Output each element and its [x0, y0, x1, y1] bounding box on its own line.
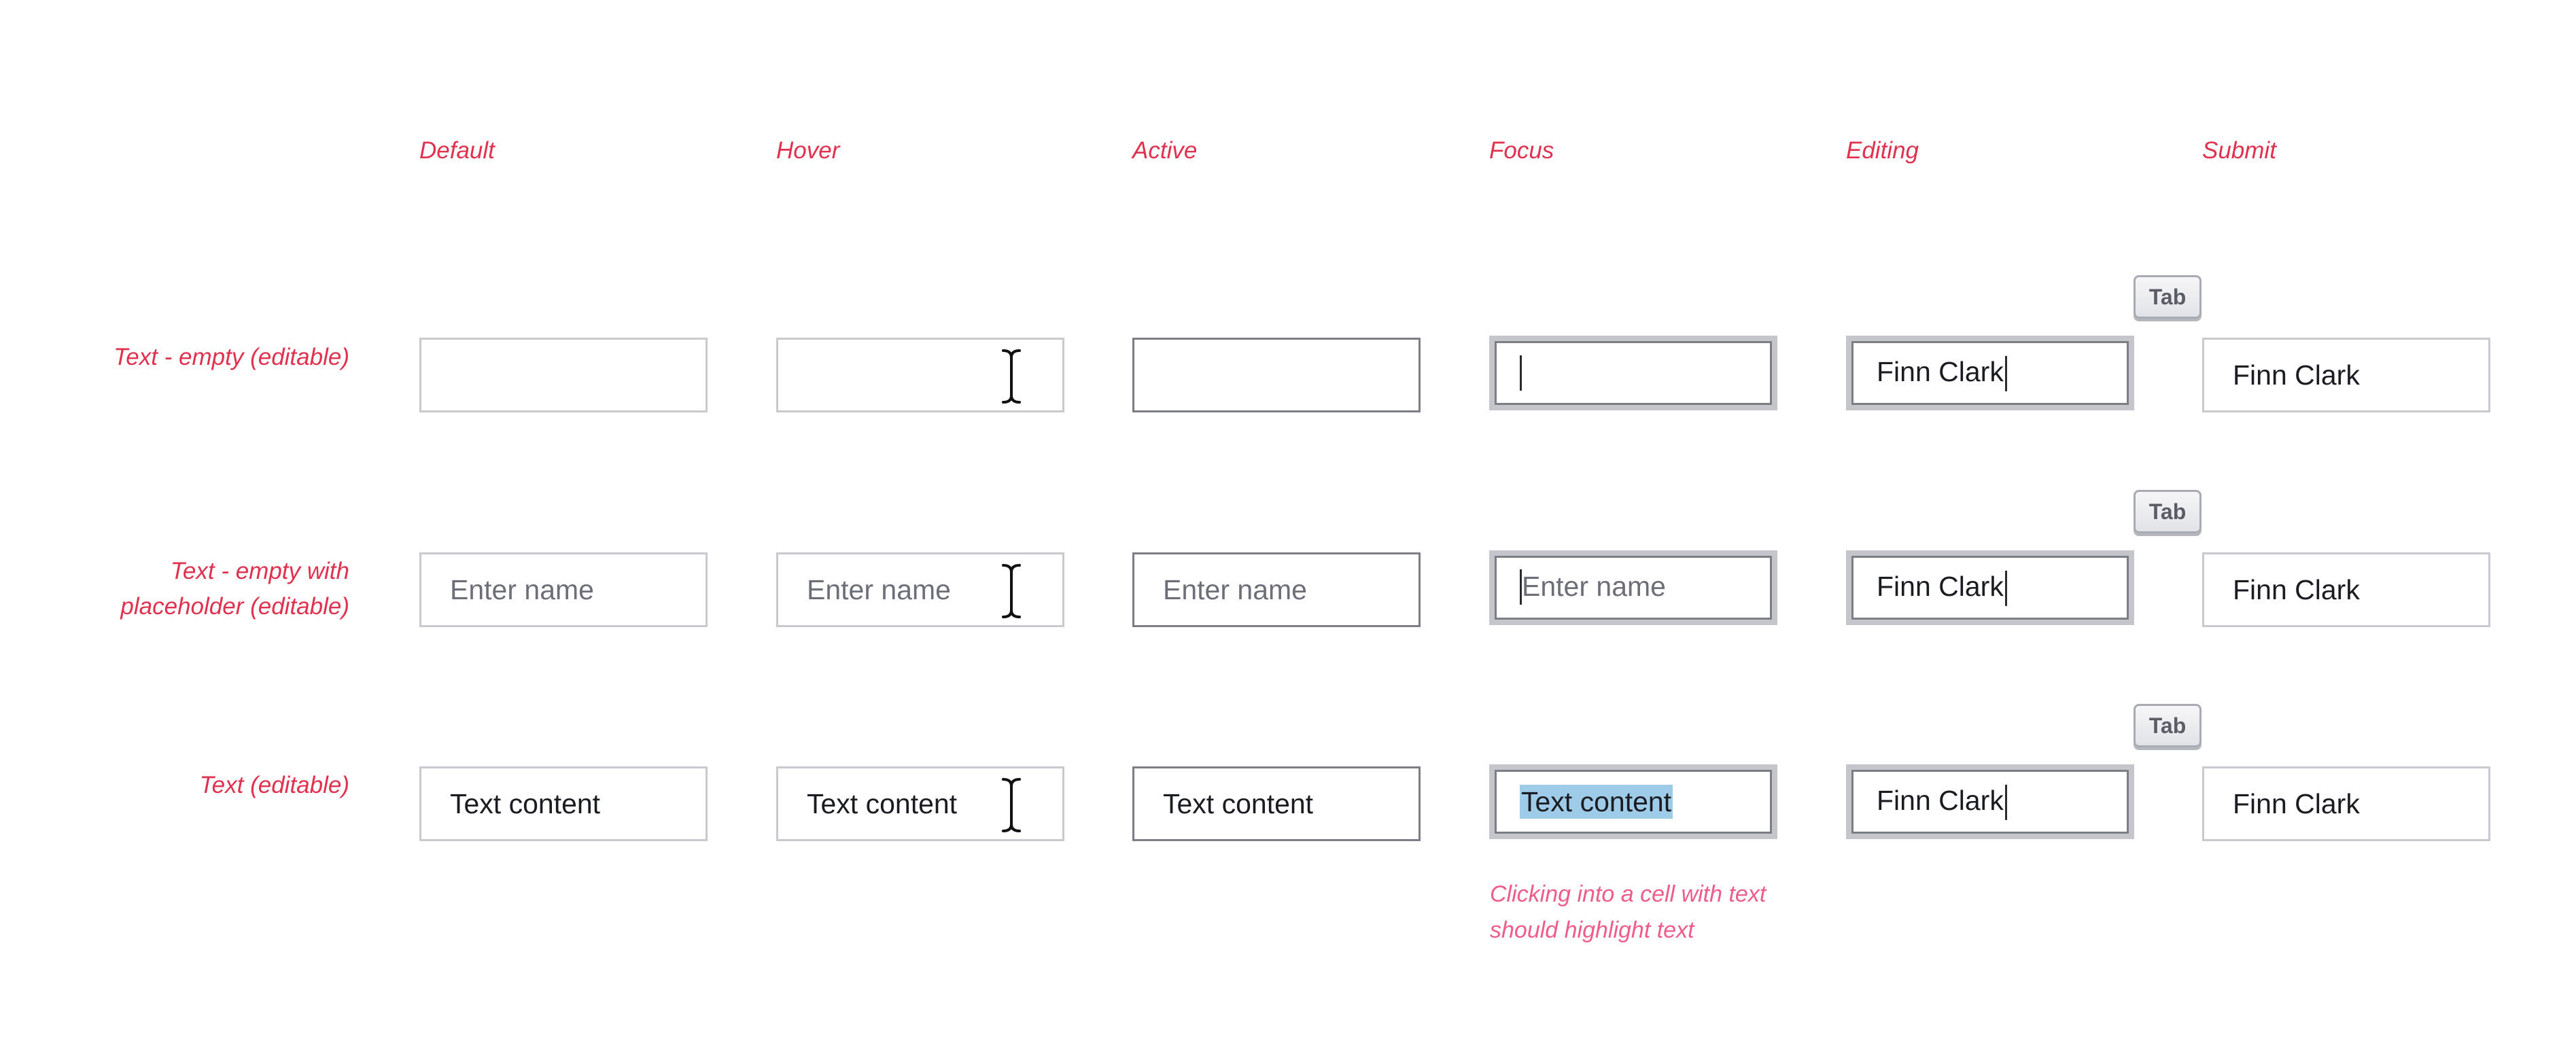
- input-value: Finn Clark: [2233, 359, 2360, 391]
- text-input-submit[interactable]: Finn Clark: [2202, 552, 2490, 627]
- row-label-placeholder-line1: Text - empty with: [170, 558, 349, 584]
- input-value: Text content: [450, 788, 601, 819]
- text-input-default[interactable]: Text content: [419, 766, 708, 841]
- text-input-submit[interactable]: Finn Clark: [2202, 338, 2490, 412]
- text-caret: [2004, 571, 2007, 607]
- text-caret: [2004, 785, 2007, 821]
- text-caret: [1520, 355, 1522, 391]
- selected-text-highlight: Text content: [1520, 785, 1673, 819]
- tab-key-hint: Tab: [2134, 490, 2201, 533]
- input-placeholder: Enter name: [1520, 569, 1666, 606]
- row-label-placeholder-line2: placeholder (editable): [120, 593, 349, 620]
- column-header-submit: Submit: [2202, 137, 2276, 164]
- annotation-note-line2: should highlight text: [1490, 917, 1694, 943]
- input-placeholder: Enter name: [1163, 574, 1307, 605]
- input-value: Text content: [1163, 788, 1314, 819]
- input-value: Finn Clark: [1877, 355, 2007, 392]
- input-value: Finn Clark: [2233, 574, 2360, 605]
- row-label-text: Text (editable): [199, 772, 350, 798]
- text-input-submit[interactable]: Finn Clark: [2202, 766, 2490, 841]
- text-input-default[interactable]: [419, 338, 708, 412]
- text-caret: [2004, 356, 2007, 392]
- input-value: Finn Clark: [2233, 788, 2360, 819]
- input-placeholder: Enter name: [450, 574, 594, 605]
- text-input-active[interactable]: [1132, 338, 1421, 412]
- column-header-hover: Hover: [776, 137, 840, 164]
- column-header-editing: Editing: [1846, 137, 1919, 164]
- text-input-editing[interactable]: Finn Clark: [1846, 336, 2134, 410]
- text-input-default[interactable]: Enter name: [419, 552, 708, 627]
- annotation-note-line1: Clicking into a cell with text: [1490, 881, 1766, 907]
- tab-key-hint: Tab: [2134, 704, 2201, 747]
- input-value: Text content: [807, 788, 958, 819]
- text-input-active[interactable]: Text content: [1132, 766, 1421, 841]
- ibeam-cursor-icon: [1000, 563, 1023, 620]
- text-input-hover[interactable]: [776, 338, 1064, 412]
- text-input-hover[interactable]: Enter name: [776, 552, 1064, 627]
- column-header-active: Active: [1132, 137, 1198, 164]
- text-input-hover[interactable]: Text content: [776, 766, 1064, 841]
- row-label-empty: Text - empty (editable): [114, 344, 349, 370]
- text-input-editing[interactable]: Finn Clark: [1846, 550, 2134, 625]
- text-caret: [1520, 569, 1522, 605]
- column-header-focus: Focus: [1489, 137, 1554, 164]
- annotation-note: Clicking into a cell with text should hi…: [1490, 876, 1766, 948]
- input-value: Text content: [1520, 785, 1673, 819]
- text-input-focus[interactable]: Text content: [1489, 764, 1777, 839]
- tab-key-hint: Tab: [2134, 275, 2201, 319]
- input-value: Finn Clark: [1877, 569, 2007, 607]
- text-input-focus[interactable]: Enter name: [1489, 550, 1777, 625]
- input-value: Finn Clark: [1877, 783, 2007, 821]
- ibeam-cursor-icon: [1000, 777, 1023, 834]
- text-input-editing[interactable]: Finn Clark: [1846, 764, 2134, 839]
- column-header-default: Default: [419, 137, 495, 164]
- input-placeholder: Enter name: [807, 574, 951, 605]
- text-input-active[interactable]: Enter name: [1132, 552, 1421, 627]
- ibeam-cursor-icon: [1000, 348, 1023, 405]
- text-input-focus[interactable]: [1489, 336, 1777, 410]
